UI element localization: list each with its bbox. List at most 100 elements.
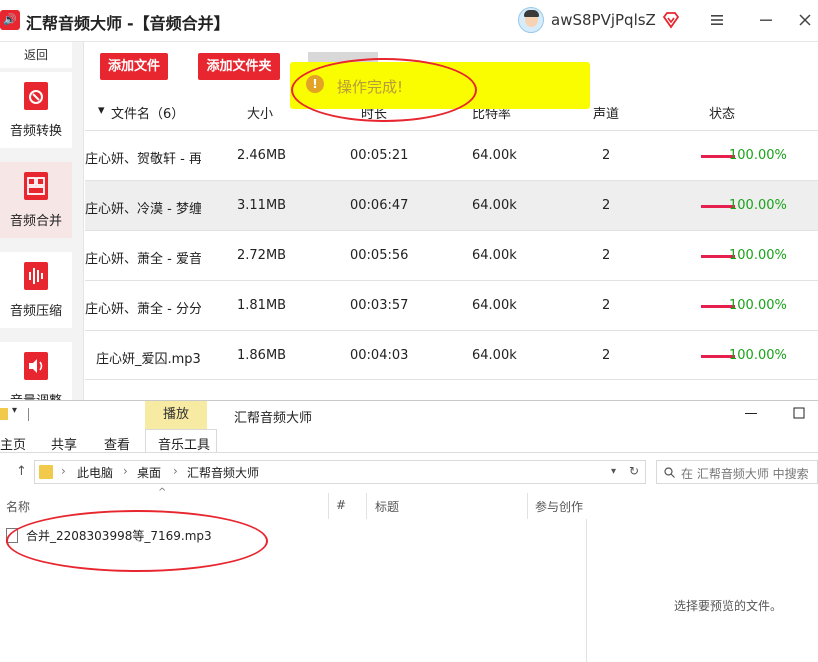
col-header-file-name[interactable]: 名称 <box>6 498 30 515</box>
volume-adjust-icon <box>24 352 48 380</box>
file-bitrate: 64.00k <box>472 298 517 313</box>
file-duration: 00:05:56 <box>350 248 409 263</box>
sidebar-item-label: 音频合并 <box>9 214 62 229</box>
file-channels: 2 <box>602 248 611 263</box>
success-toast: ! 操作完成! <box>290 62 590 109</box>
file-duration: 00:06:47 <box>350 198 409 213</box>
context-tab-play[interactable]: 播放 <box>145 401 207 429</box>
table-row[interactable]: 庄心妍、贺敬轩 - 再遇. 2.46MB 00:05:21 64.00k 2 1… <box>85 130 818 180</box>
sidebar-item-label: 音频转换 <box>9 124 62 139</box>
sidebar-item-label: 音频压缩 <box>9 304 62 319</box>
search-box[interactable]: 在 汇帮音频大师 中搜索 <box>656 460 818 484</box>
file-channels: 2 <box>602 298 611 313</box>
close-icon[interactable] <box>796 11 814 29</box>
sidebar-item-volume-adjust[interactable]: 音量调整 <box>0 342 72 400</box>
avatar-hair <box>524 10 539 17</box>
address-bar[interactable]: › 此电脑 › 桌面 › 汇帮音频大师 ▾ ↻ <box>34 460 646 484</box>
file-duration: 00:03:57 <box>350 298 409 313</box>
audio-merge-icon <box>24 172 48 200</box>
nav-up-icon[interactable]: ↑ <box>16 464 27 479</box>
explorer-window-title: 汇帮音频大师 <box>234 411 313 426</box>
breadcrumb-this-pc[interactable]: 此电脑 <box>77 464 113 481</box>
sidebar-item-audio-merge[interactable]: 音频合并 <box>0 162 72 238</box>
col-header-size[interactable]: 大小 <box>247 103 273 122</box>
username[interactable]: awS8PVjPqlsZ <box>551 11 656 29</box>
file-channels: 2 <box>602 348 611 363</box>
status-percent: 100.00% <box>729 348 787 363</box>
col-header-name[interactable]: 文件名（6） <box>111 103 184 122</box>
preview-pane <box>586 519 818 662</box>
file-duration: 00:04:03 <box>350 348 409 363</box>
status-percent: 100.00% <box>729 198 787 213</box>
file-size: 3.11MB <box>237 198 287 213</box>
file-bitrate: 64.00k <box>472 148 517 163</box>
folder-icon <box>39 465 53 479</box>
status-percent: 100.00% <box>729 148 787 163</box>
table-row[interactable]: 庄心妍、萧全 - 分分合. 1.81MB 00:03:57 64.00k 2 1… <box>85 280 818 330</box>
file-name: 庄心妍、贺敬轩 - 再遇. <box>85 152 201 167</box>
table-row[interactable]: 庄心妍、萧全 - 爱音乐. 2.72MB 00:05:56 64.00k 2 1… <box>85 230 818 280</box>
sidebar-item-audio-convert[interactable]: 音频转换 <box>0 72 72 148</box>
file-size: 2.72MB <box>237 248 287 263</box>
add-folder-button[interactable]: 添加文件夹 <box>198 53 280 80</box>
col-header-contributing-artist[interactable]: 参与创作 <box>535 498 583 515</box>
file-name: 庄心妍、萧全 - 爱音乐. <box>85 252 201 267</box>
audio-file-icon <box>6 528 18 543</box>
file-channels: 2 <box>602 148 611 163</box>
column-divider[interactable] <box>328 493 329 519</box>
breadcrumb-desktop[interactable]: 桌面 <box>137 464 161 481</box>
search-icon <box>664 467 675 478</box>
toast-message: 操作完成! <box>337 78 404 96</box>
table-row[interactable]: 庄心妍、冷漠 - 梦缠绵. 3.11MB 00:06:47 64.00k 2 1… <box>85 180 818 230</box>
sort-caret-icon[interactable]: ▾ <box>98 103 105 118</box>
sidebar-item-label: 音量调整 <box>0 390 72 400</box>
user-avatar[interactable] <box>518 7 544 33</box>
vip-diamond-icon[interactable] <box>662 11 680 29</box>
hidden-toolbar-button[interactable] <box>308 52 378 62</box>
file-name: 庄心妍_爱囚.mp3 <box>96 352 201 367</box>
column-divider[interactable] <box>366 493 367 519</box>
refresh-icon[interactable]: ↻ <box>629 464 639 478</box>
column-divider[interactable] <box>527 493 528 519</box>
chevron-right-icon[interactable]: › <box>61 464 66 478</box>
file-size: 2.46MB <box>237 148 287 163</box>
table-row[interactable]: 庄心妍_爱囚.mp3 1.86MB 00:04:03 64.00k 2 100.… <box>85 330 818 380</box>
file-duration: 00:05:21 <box>350 148 409 163</box>
col-header-title[interactable]: 标题 <box>375 498 399 515</box>
file-size: 1.81MB <box>237 298 287 313</box>
ribbon-divider <box>0 452 818 453</box>
status-percent: 100.00% <box>729 298 787 313</box>
chevron-right-icon[interactable]: › <box>173 464 178 478</box>
chevron-right-icon[interactable]: › <box>123 464 128 478</box>
ribbon-tab-music-tools[interactable]: 音乐工具 <box>158 434 210 453</box>
audio-compress-icon <box>24 262 48 290</box>
quick-access-divider <box>28 408 29 421</box>
ribbon-tab-share[interactable]: 共享 <box>51 434 77 453</box>
sidebar-item-audio-compress[interactable]: 音频压缩 <box>0 252 72 328</box>
file-bitrate: 64.00k <box>472 348 517 363</box>
explorer-maximize-icon[interactable] <box>792 406 806 420</box>
col-header-track-number[interactable]: # <box>336 498 346 512</box>
quick-access-folder-icon[interactable] <box>0 408 8 420</box>
col-header-status[interactable]: 状态 <box>709 103 735 122</box>
col-header-channels[interactable]: 声道 <box>593 103 619 122</box>
quick-access-dropdown-icon[interactable]: ▾ <box>12 405 17 416</box>
file-explorer-window: ▾ 播放 汇帮音频大师 主页 共享 查看 音乐工具 ↑ › 此电脑 › 桌面 ›… <box>0 400 818 662</box>
audio-convert-icon <box>24 82 48 110</box>
breadcrumb-app-folder[interactable]: 汇帮音频大师 <box>187 464 259 481</box>
ribbon-tab-view[interactable]: 查看 <box>104 434 130 453</box>
explorer-minimize-icon[interactable] <box>744 406 758 420</box>
file-size: 1.86MB <box>237 348 287 363</box>
file-name: 庄心妍、冷漠 - 梦缠绵. <box>85 202 201 217</box>
minimize-icon[interactable] <box>757 11 775 29</box>
info-icon: ! <box>306 75 324 93</box>
file-name: 庄心妍、萧全 - 分分合. <box>85 302 201 317</box>
hamburger-menu-icon[interactable] <box>708 11 726 29</box>
back-button[interactable]: 返回 <box>0 42 72 68</box>
sidebar: 返回 音频转换 音频合并 音频压缩 <box>0 42 84 400</box>
ribbon-tab-home[interactable]: 主页 <box>0 434 26 453</box>
add-file-button[interactable]: 添加文件 <box>100 53 168 80</box>
file-channels: 2 <box>602 198 611 213</box>
address-dropdown-icon[interactable]: ▾ <box>611 466 616 477</box>
preview-hint: 选择要预览的文件。 <box>674 599 783 613</box>
